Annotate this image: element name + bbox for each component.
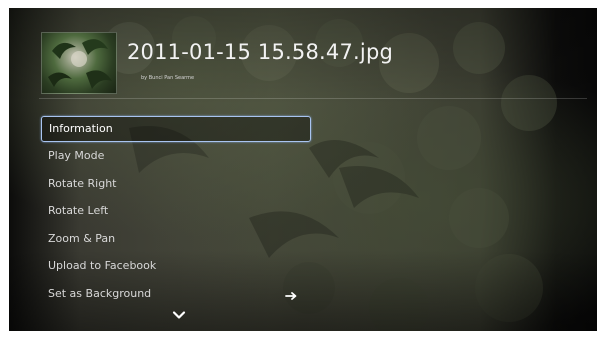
options-menu: Information Play Mode Rotate Right Rotat…: [41, 116, 311, 307]
menu-item-label: Information: [49, 122, 113, 135]
menu-item-label: Set as Background: [48, 286, 152, 300]
photo-title: 2011-01-15 15.58.47.jpg: [127, 40, 394, 64]
menu-item-label: Zoom & Pan: [48, 231, 116, 245]
chevron-down-icon[interactable]: [172, 310, 186, 320]
media-player-screen: 2011-01-15 15.58.47.jpg by Bunci Pan Sea…: [9, 8, 597, 331]
menu-item-zoom-pan[interactable]: Zoom & Pan: [41, 225, 311, 253]
menu-item-information[interactable]: Information: [41, 116, 311, 142]
thumbnail-image-icon: [48, 39, 112, 89]
arrow-right-icon: [285, 292, 297, 300]
menu-item-set-background[interactable]: Set as Background: [41, 280, 311, 308]
photo-byline: by Bunci Pan Searme: [141, 75, 195, 81]
photo-header: 2011-01-15 15.58.47.jpg by Bunci Pan Sea…: [39, 28, 587, 98]
menu-item-label: Rotate Left: [48, 204, 109, 217]
menu-item-upload-facebook[interactable]: Upload to Facebook: [41, 252, 311, 280]
menu-item-label: Upload to Facebook: [48, 259, 157, 272]
menu-item-label: Play Mode: [48, 149, 105, 162]
photo-thumbnail: [41, 32, 117, 94]
menu-item-play-mode[interactable]: Play Mode: [41, 142, 311, 170]
header-divider: [39, 98, 587, 99]
menu-item-rotate-left[interactable]: Rotate Left: [41, 197, 311, 225]
menu-item-rotate-right[interactable]: Rotate Right: [41, 170, 311, 198]
menu-item-label: Rotate Right: [48, 176, 117, 190]
